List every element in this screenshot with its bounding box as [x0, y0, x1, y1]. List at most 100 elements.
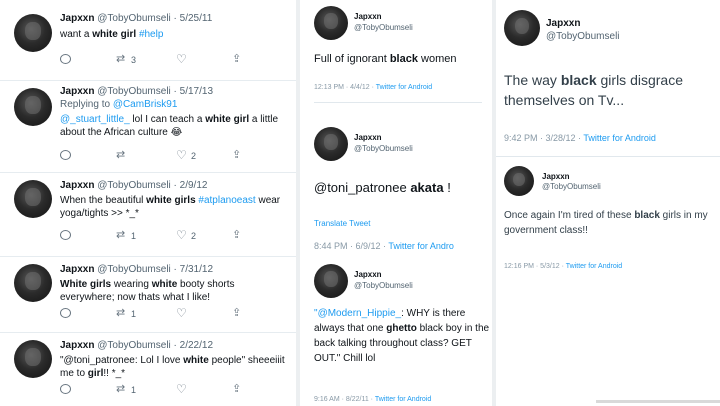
retweet-button[interactable]: ⇄ 1	[116, 308, 136, 319]
reply-icon	[60, 308, 71, 318]
tweet-time[interactable]: 12:16 PM · 5/3/12 ·	[504, 263, 566, 270]
user-name[interactable]: Japxxn	[354, 133, 382, 142]
user-name[interactable]: Japxxn	[60, 340, 94, 351]
highlighted-text: black	[389, 53, 418, 65]
text-run: want a	[60, 29, 93, 40]
avatar[interactable]	[504, 166, 534, 196]
heart-icon: ♡	[176, 228, 187, 242]
text-run: Once again I'm tired of these	[504, 210, 635, 221]
reply-button[interactable]	[60, 308, 71, 318]
tweet-5[interactable]: Japxxn @TobyObumseli · 2/22/12 "@toni_pa…	[0, 332, 296, 406]
link-text[interactable]: @_stuart_little_	[60, 114, 130, 125]
tweet-date[interactable]: 5/25/11	[180, 13, 213, 24]
replying-to-user[interactable]: @CamBrisk91	[113, 99, 178, 110]
user-handle: @TobyObumseli	[97, 13, 171, 24]
retweet-button[interactable]: ⇄ 1	[116, 384, 136, 395]
translate-tweet-link[interactable]: Translate Tweet	[314, 219, 370, 228]
avatar[interactable]	[314, 264, 348, 298]
retweet-count: 1	[131, 230, 137, 241]
user-name[interactable]: Japxxn	[542, 172, 570, 181]
retweet-button[interactable]: ⇄ 1	[116, 230, 136, 241]
user-handle: @TobyObumseli	[97, 340, 171, 351]
retweet-icon: ⇄	[116, 53, 126, 65]
text-run: Full of ignorant	[314, 53, 390, 65]
tweet-source[interactable]: Twitter for Android	[583, 133, 656, 143]
reply-icon	[60, 384, 71, 394]
avatar[interactable]	[14, 180, 52, 218]
tweet-4[interactable]: Japxxn @TobyObumseli · 7/31/12 White gir…	[0, 256, 296, 333]
text-run: @toni_patronee	[314, 180, 411, 195]
avatar[interactable]	[14, 264, 52, 302]
like-button[interactable]: ♡ 2	[176, 228, 196, 242]
tweet-3[interactable]: Japxxn @TobyObumseli · 2/9/12 When the b…	[0, 172, 296, 257]
like-button[interactable]: ♡	[176, 307, 191, 319]
user-name[interactable]: Japxxn	[60, 264, 94, 275]
share-button[interactable]: ⇪	[232, 384, 243, 395]
text-run: When the beautiful	[60, 195, 147, 206]
tweet-header: Japxxn @TobyObumseli · 2/22/12	[60, 340, 214, 351]
share-icon: ⇪	[232, 383, 242, 395]
share-button[interactable]: ⇪	[232, 230, 243, 241]
like-button[interactable]: ♡	[176, 383, 191, 395]
tweet-time[interactable]: 8:44 PM · 6/9/12 ·	[314, 241, 388, 251]
tweet-header: Japxxn @TobyObumseli · 7/31/12	[60, 264, 214, 275]
reply-button[interactable]	[60, 150, 71, 160]
share-button[interactable]: ⇪	[232, 308, 243, 319]
share-button[interactable]: ⇪	[232, 54, 243, 65]
user-name[interactable]: Japxxn	[354, 12, 382, 21]
link-text[interactable]: @Modern_Hippie_	[318, 308, 402, 319]
reply-icon	[60, 150, 71, 160]
avatar[interactable]	[14, 14, 52, 52]
tweet-source[interactable]: Twitter for Android	[375, 396, 431, 403]
tweet-meta: 9:42 PM · 3/28/12 · Twitter for Android	[504, 133, 656, 143]
tweet-date[interactable]: 2/22/12	[180, 340, 213, 351]
tweet-date[interactable]: 7/31/12	[180, 264, 213, 275]
tweet-header: Japxxn @TobyObumseli · 5/17/13	[60, 86, 214, 97]
avatar[interactable]	[14, 88, 52, 126]
retweet-count: 1	[131, 384, 137, 395]
tweet-source[interactable]: Twitter for Android	[376, 84, 432, 91]
text-run: The way	[504, 72, 561, 88]
tweet-source[interactable]: Twitter for Android	[566, 263, 622, 270]
tweet-source[interactable]: Twitter for Andro	[388, 241, 454, 251]
user-name[interactable]: Japxxn	[60, 86, 94, 97]
like-button[interactable]: ♡	[176, 52, 191, 66]
retweet-count: 1	[131, 308, 137, 319]
share-button[interactable]: ⇪	[232, 150, 243, 161]
reply-button[interactable]	[60, 230, 71, 240]
highlighted-text: White girls	[60, 279, 112, 290]
tweet-date[interactable]: 5/17/13	[180, 86, 213, 97]
reply-button[interactable]	[60, 54, 71, 64]
tweet-2[interactable]: Japxxn @TobyObumseli · 5/17/13 Replying …	[0, 80, 296, 173]
avatar[interactable]	[504, 10, 540, 46]
user-name[interactable]: Japxxn	[546, 18, 580, 29]
tweet-text: "@toni_patronee: Lol I love white people…	[60, 354, 286, 380]
tweet-time[interactable]: 9:16 AM · 8/22/11 ·	[314, 396, 375, 403]
link-text[interactable]: #atplanoeast	[198, 195, 255, 206]
user-name[interactable]: Japxxn	[354, 270, 382, 279]
left-tweet-column: Japxxn @TobyObumseli · 5/25/11 want a wh…	[0, 0, 296, 406]
user-name[interactable]: Japxxn	[60, 13, 94, 24]
like-count: 2	[191, 150, 197, 161]
tweet-actions: ⇄ 1 ♡ 2 ⇪	[60, 228, 260, 244]
tweet-meta: 12:13 PM · 4/4/12 · Twitter for Android	[314, 84, 432, 91]
avatar[interactable]	[314, 127, 348, 161]
reply-button[interactable]	[60, 384, 71, 394]
tweet-time[interactable]: 12:13 PM · 4/4/12 ·	[314, 84, 376, 91]
highlighted-text: white	[183, 355, 209, 366]
retweet-icon: ⇄	[116, 149, 126, 161]
user-name[interactable]: Japxxn	[60, 180, 94, 191]
tweet-1[interactable]: Japxxn @TobyObumseli · 5/25/11 want a wh…	[0, 0, 296, 81]
link-text[interactable]: #help	[139, 29, 163, 40]
text-run: !	[443, 180, 451, 195]
tweet-date[interactable]: 2/9/12	[180, 180, 208, 191]
avatar[interactable]	[14, 340, 52, 378]
tweet-meta: 8:44 PM · 6/9/12 · Twitter for Andro	[314, 241, 454, 251]
retweet-button[interactable]: ⇄ 3	[116, 54, 136, 65]
heart-icon: ♡	[176, 52, 187, 66]
avatar[interactable]	[314, 6, 348, 40]
retweet-button[interactable]: ⇄	[116, 150, 131, 161]
tweet-time[interactable]: 9:42 PM · 3/28/12 ·	[504, 133, 583, 143]
like-button[interactable]: ♡ 2	[176, 149, 197, 161]
share-icon: ⇪	[232, 149, 242, 161]
